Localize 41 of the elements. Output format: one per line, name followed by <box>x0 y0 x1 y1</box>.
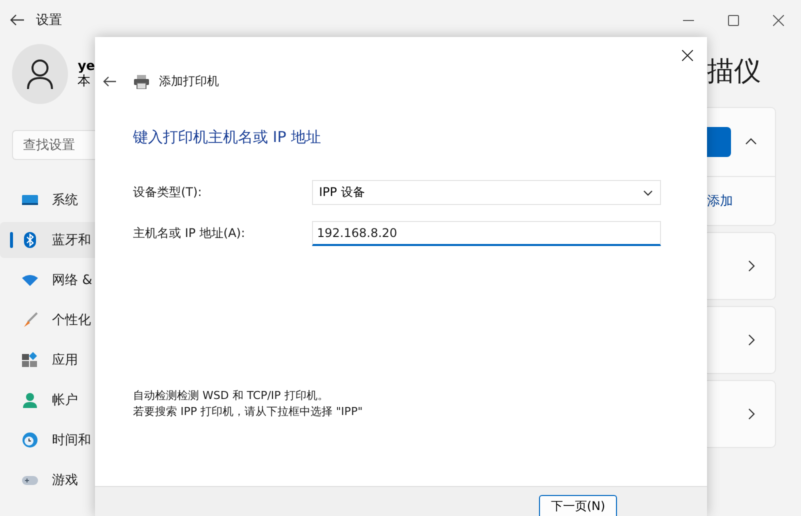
add-link[interactable]: 添加 <box>707 192 733 210</box>
sidebar-item[interactable]: 时间和 <box>0 422 95 458</box>
dialog-title: 添加打印机 <box>159 73 219 90</box>
clock-icon <box>22 432 38 448</box>
back-arrow-icon[interactable] <box>10 14 24 26</box>
sidebar-item[interactable]: 系统 <box>0 182 95 218</box>
dialog-heading: 键入打印机主机名或 IP 地址 <box>133 128 322 147</box>
wifi-icon <box>22 272 38 288</box>
person-icon <box>26 59 54 89</box>
hint-text: 若要搜索 IPP 打印机，请从下拉框中选择 "IPP" <box>133 404 364 420</box>
page-title: 描仪 <box>707 55 762 89</box>
user-subtitle: 本 <box>78 74 92 89</box>
field-label: 主机名或 IP 地址(A): <box>133 225 246 242</box>
printer-icon <box>134 74 149 88</box>
sidebar-item[interactable]: 应用 <box>0 342 95 378</box>
search-field[interactable]: 查找设置 <box>12 130 95 160</box>
brush-icon <box>22 312 38 328</box>
settings-card[interactable] <box>707 380 776 448</box>
close-icon <box>682 50 692 60</box>
settings-card[interactable] <box>707 232 776 300</box>
sidebar-item[interactable]: 个性化 <box>0 302 95 338</box>
settings-card[interactable] <box>707 306 776 374</box>
sidebar-item[interactable]: 网络 & <box>0 262 95 298</box>
close-icon <box>773 14 784 26</box>
back-arrow-icon[interactable] <box>103 76 116 87</box>
bluetooth-icon <box>22 232 38 248</box>
apps-icon <box>22 352 38 368</box>
sidebar-item[interactable]: 蓝牙和 <box>0 222 95 258</box>
user-name: ye <box>78 59 95 74</box>
hint-text: 自动检测检测 WSD 和 TCP/IP 打印机。 <box>133 388 330 404</box>
host-input-field[interactable]: 192.168.8.20 <box>312 221 661 246</box>
maximize-icon <box>728 14 739 26</box>
field-label: 设备类型(T): <box>133 184 203 201</box>
sidebar-item[interactable]: 游戏 <box>0 462 95 498</box>
device-type-dropdown[interactable]: IPP 设备 <box>312 180 661 205</box>
primary-button[interactable] <box>707 127 731 157</box>
next-button[interactable]: 下一页(N) <box>539 495 617 516</box>
sidebar-item[interactable]: 帐户 <box>0 382 95 418</box>
window-title: 设置 <box>36 12 62 29</box>
person-icon <box>22 392 38 408</box>
monitor-icon <box>22 192 38 208</box>
